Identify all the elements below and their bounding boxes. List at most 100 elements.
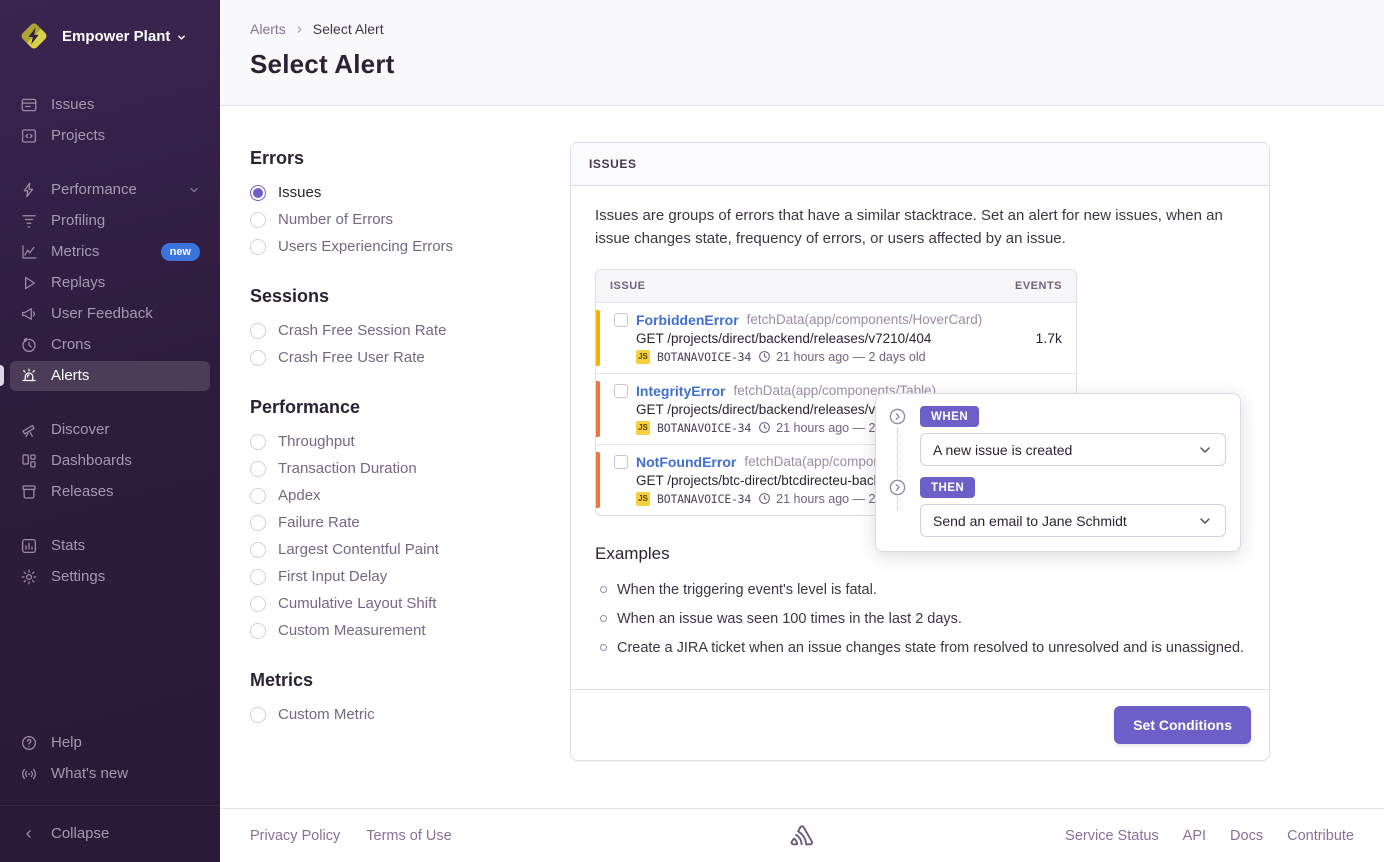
radio[interactable] [250,350,266,366]
radio[interactable] [250,323,266,339]
sidebar-group-observe: Performance Profiling Metrics new Replay… [0,175,220,391]
panel-footer: Set Conditions [571,689,1269,760]
option-first-input-delay[interactable]: First Input Delay [250,563,530,590]
sidebar-item-replays[interactable]: Replays [10,268,210,298]
section-title: Metrics [250,670,530,691]
sentry-logo-icon[interactable] [788,822,816,850]
alert-type-list: Errors Issues Number of Errors Users Exp… [250,148,530,808]
sidebar: Empower Plant Issues Projects Performanc… [0,0,220,862]
radio[interactable] [250,488,266,504]
radio[interactable] [250,212,266,228]
example-item: When the triggering event's level is fat… [595,576,1245,605]
option-transaction-duration[interactable]: Transaction Duration [250,455,530,482]
radio[interactable] [250,434,266,450]
example-item: When an issue was seen 100 times in the … [595,605,1245,634]
sidebar-item-user-feedback[interactable]: User Feedback [10,299,210,329]
option-label: Largest Contentful Paint [278,541,439,558]
option-custom-metric[interactable]: Custom Metric [250,701,530,728]
option-custom-measurement[interactable]: Custom Measurement [250,617,530,644]
section-title: Sessions [250,286,530,307]
sidebar-item-help[interactable]: Help [10,728,210,758]
option-failure-rate[interactable]: Failure Rate [250,509,530,536]
issue-title-link[interactable]: ForbiddenError [636,312,739,328]
sidebar-item-discover[interactable]: Discover [10,415,210,445]
radio-selected[interactable] [250,185,266,201]
radio[interactable] [250,515,266,531]
sidebar-item-performance[interactable]: Performance [10,175,210,205]
telescope-icon [20,421,38,439]
option-label: Crash Free Session Rate [278,322,446,339]
sidebar-item-releases[interactable]: Releases [10,477,210,507]
row-checkbox[interactable] [614,384,628,398]
sidebar-item-whats-new[interactable]: What's new [10,759,210,789]
sidebar-item-settings[interactable]: Settings [10,562,210,592]
option-largest-contentful-paint[interactable]: Largest Contentful Paint [250,536,530,563]
sidebar-item-projects[interactable]: Projects [10,121,210,151]
radio[interactable] [250,542,266,558]
api-link[interactable]: API [1183,828,1206,844]
breadcrumb: Alerts Select Alert [250,21,1354,37]
section-metrics: Metrics Custom Metric [250,670,530,728]
panel-description: Issues are groups of errors that have a … [595,204,1245,251]
radio[interactable] [250,596,266,612]
profiling-icon [20,212,38,230]
option-cumulative-layout-shift[interactable]: Cumulative Layout Shift [250,590,530,617]
then-action-value: Send an email to Jane Schmidt [933,513,1127,529]
then-action-select[interactable]: Send an email to Jane Schmidt [920,504,1226,537]
radio[interactable] [250,461,266,477]
collapse-label: Collapse [51,824,109,844]
project-slug: BOTANAVOICE-34 [657,492,751,506]
sidebar-item-label: Discover [51,420,109,440]
sidebar-item-label: Help [51,733,82,753]
row-checkbox[interactable] [614,455,628,469]
sidebar-item-label: Profiling [51,211,105,231]
sidebar-item-issues[interactable]: Issues [10,90,210,120]
sidebar-item-stats[interactable]: Stats [10,531,210,561]
issues-table-header: ISSUE EVENTS [596,270,1076,302]
metrics-icon [20,243,38,261]
option-number-of-errors[interactable]: Number of Errors [250,206,530,233]
issue-title-link[interactable]: IntegrityError [636,383,725,399]
sidebar-item-alerts[interactable]: Alerts [10,361,210,391]
sidebar-item-label: Dashboards [51,451,132,471]
main-region: Alerts Select Alert Select Alert Errors … [220,0,1384,862]
panel-header: ISSUES [571,143,1269,186]
radio[interactable] [250,239,266,255]
docs-link[interactable]: Docs [1230,828,1263,844]
sidebar-item-label: Performance [51,180,137,200]
sidebar-item-profiling[interactable]: Profiling [10,206,210,236]
service-status-link[interactable]: Service Status [1065,828,1159,844]
privacy-policy-link[interactable]: Privacy Policy [250,828,340,844]
issue-culprit: fetchData(app/components/HoverCard) [747,312,983,327]
sidebar-collapse-button[interactable]: Collapse [10,819,210,849]
radio[interactable] [250,623,266,639]
sidebar-item-crons[interactable]: Crons [10,330,210,360]
breadcrumb-current: Select Alert [313,21,384,37]
set-conditions-button[interactable]: Set Conditions [1114,706,1251,744]
chevron-circle-icon [888,407,907,426]
dashboard-grid-icon [20,452,38,470]
sidebar-item-label: Projects [51,126,105,146]
js-platform-icon: JS [636,350,650,364]
option-throughput[interactable]: Throughput [250,428,530,455]
option-crash-free-user-rate[interactable]: Crash Free User Rate [250,344,530,371]
sidebar-group-admin: Stats Settings [0,531,220,592]
radio[interactable] [250,707,266,723]
when-condition-select[interactable]: A new issue is created [920,433,1226,466]
contribute-link[interactable]: Contribute [1287,828,1354,844]
breadcrumb-alerts-link[interactable]: Alerts [250,21,286,37]
terms-of-use-link[interactable]: Terms of Use [366,828,451,844]
sidebar-item-metrics[interactable]: Metrics new [10,237,210,267]
option-users-experiencing-errors[interactable]: Users Experiencing Errors [250,233,530,260]
org-switcher[interactable]: Empower Plant [0,14,220,64]
sidebar-item-dashboards[interactable]: Dashboards [10,446,210,476]
radio[interactable] [250,569,266,585]
option-crash-free-session-rate[interactable]: Crash Free Session Rate [250,317,530,344]
org-logo-icon [16,18,52,54]
option-issues[interactable]: Issues [250,179,530,206]
option-apdex[interactable]: Apdex [250,482,530,509]
issue-title-link[interactable]: NotFoundError [636,454,736,470]
option-label: Custom Measurement [278,622,426,639]
sidebar-item-label: Metrics [51,242,99,262]
row-checkbox[interactable] [614,313,628,327]
